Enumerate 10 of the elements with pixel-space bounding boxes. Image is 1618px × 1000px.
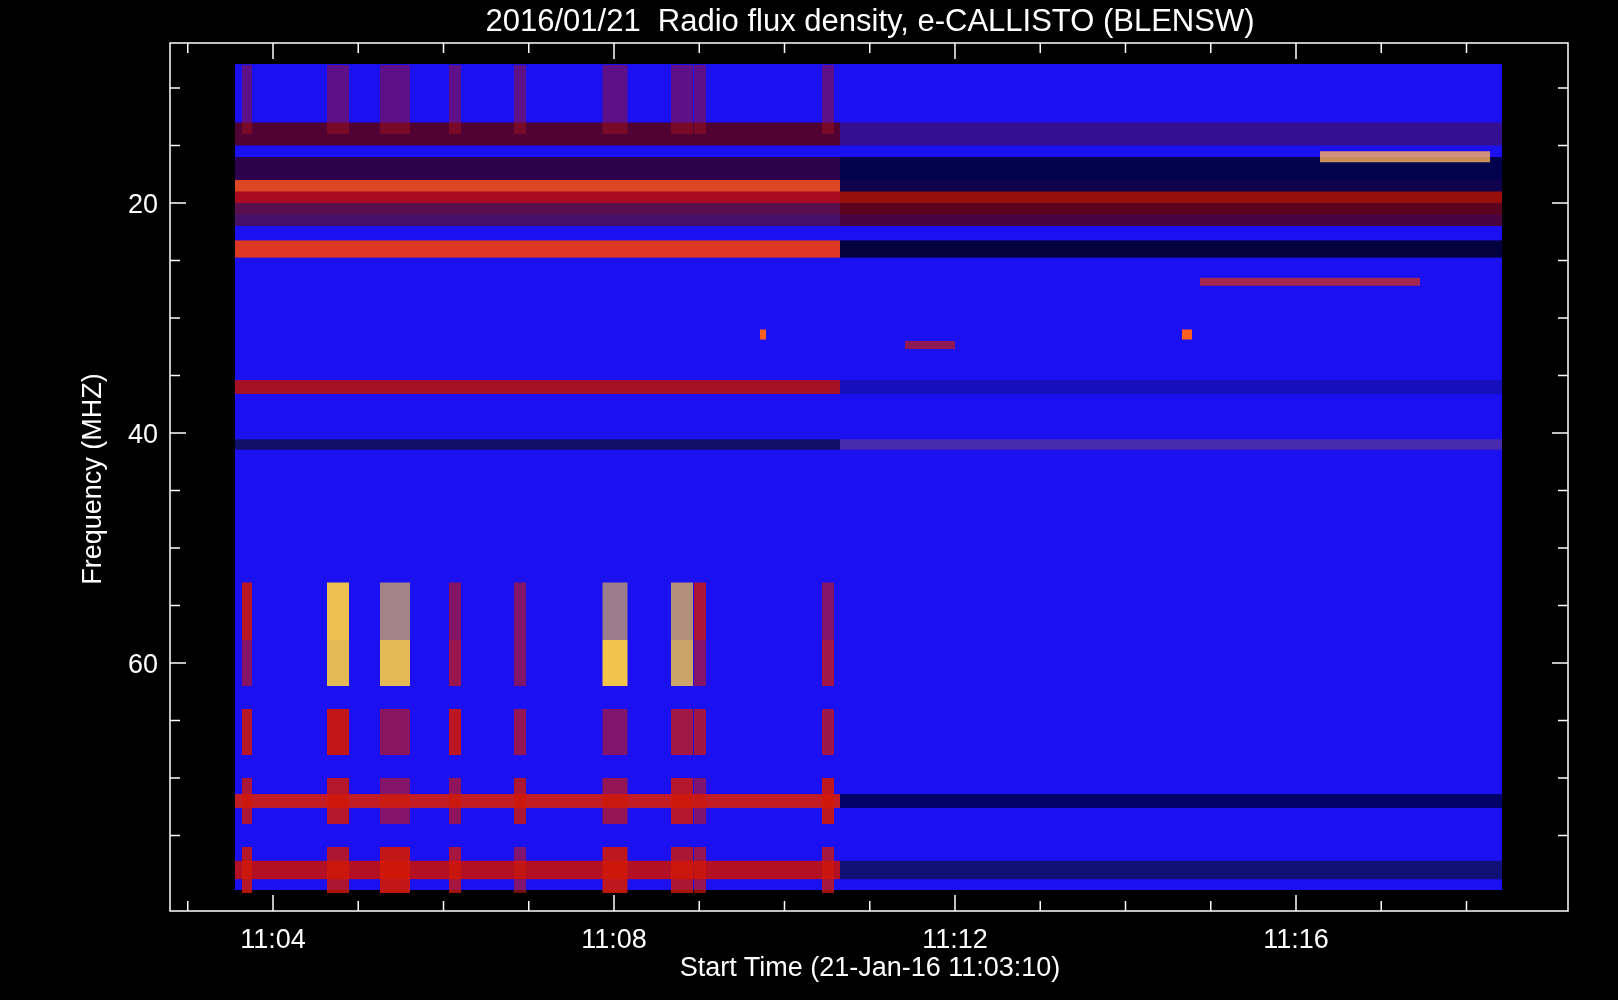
- axis-tick-label: 11:12: [922, 924, 988, 954]
- chart-title: 2016/01/21 Radio flux density, e-CALLISTO (BLENSW): [485, 3, 1255, 38]
- axis-tick-label: 11:08: [581, 924, 647, 954]
- axis-tick-label: 20: [127, 189, 158, 219]
- axis-title: Frequency (MHZ): [77, 373, 107, 585]
- axis-tick-label: 11:16: [1263, 924, 1329, 954]
- axis-tick-label: 60: [127, 649, 158, 679]
- axis-tick-label: 40: [127, 419, 158, 449]
- axis-title: Start Time (21-Jan-16 11:03:10): [679, 952, 1061, 982]
- axis-tick-label: 11:04: [240, 924, 306, 954]
